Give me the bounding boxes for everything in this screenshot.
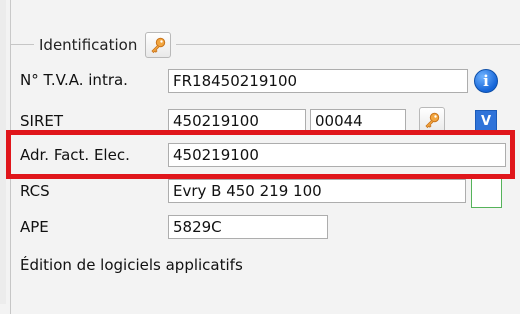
- nic-field[interactable]: 00044: [310, 109, 406, 133]
- window-edge: [0, 0, 6, 304]
- siret-label: SIRET: [20, 112, 64, 130]
- key-icon: [425, 112, 440, 129]
- identification-key-button[interactable]: [145, 32, 172, 58]
- adr-fact-elec-field[interactable]: 450219100: [168, 143, 506, 167]
- siren-field[interactable]: 450219100: [168, 109, 306, 133]
- verify-button[interactable]: V: [475, 110, 497, 132]
- siret-key-button[interactable]: [419, 107, 445, 133]
- activity-description: Édition de logiciels applicatifs: [20, 256, 243, 274]
- groupbox-legend: Identification: [34, 32, 177, 58]
- rcs-label: RCS: [20, 182, 50, 200]
- tva-field[interactable]: FR18450219100: [168, 69, 468, 93]
- ape-field[interactable]: 5829C: [168, 215, 328, 239]
- adr-fact-elec-label: Adr. Fact. Elec.: [20, 146, 130, 164]
- rcs-field[interactable]: Evry B 450 219 100: [168, 179, 466, 203]
- rcs-status-box[interactable]: [471, 175, 502, 208]
- ape-label: APE: [20, 218, 49, 236]
- key-icon: [151, 37, 166, 54]
- info-button[interactable]: i: [474, 69, 498, 93]
- groupbox-title: Identification: [39, 36, 138, 54]
- info-icon: i: [483, 72, 489, 90]
- tva-label: N° T.V.A. intra.: [20, 71, 128, 89]
